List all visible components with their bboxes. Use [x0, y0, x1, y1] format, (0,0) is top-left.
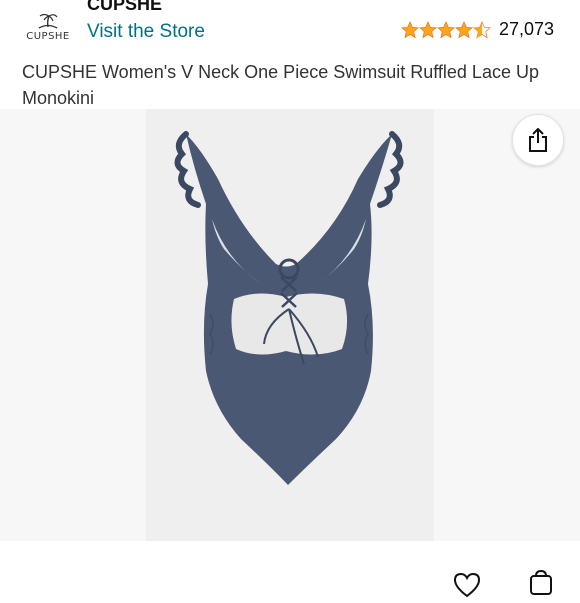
product-image-area[interactable]	[0, 109, 580, 541]
share-button[interactable]	[512, 114, 564, 166]
cart-icon[interactable]	[528, 569, 554, 601]
star-icon	[401, 20, 419, 38]
half-star-icon	[473, 20, 491, 38]
share-icon	[529, 128, 547, 152]
star-icon	[419, 20, 437, 38]
star-icon	[437, 20, 455, 38]
store-logo[interactable]: CUPSHE	[22, 0, 74, 42]
rating-count: 27,073	[499, 19, 555, 39]
logo-text: CUPSHE	[26, 31, 70, 42]
swimsuit-image	[174, 131, 404, 485]
product-image[interactable]	[146, 109, 434, 541]
brand-name[interactable]: CUPSHE	[87, 0, 162, 15]
star-icon	[455, 20, 473, 38]
palm-tree-icon	[38, 13, 58, 29]
visit-store-link[interactable]: Visit the Store	[87, 21, 205, 43]
product-title: CUPSHE Women's V Neck One Piece Swimsuit…	[22, 62, 539, 108]
heart-icon[interactable]	[452, 572, 482, 603]
bottom-bar	[0, 541, 580, 580]
star-rating	[401, 20, 491, 39]
rating[interactable]: 27,073	[401, 19, 554, 40]
